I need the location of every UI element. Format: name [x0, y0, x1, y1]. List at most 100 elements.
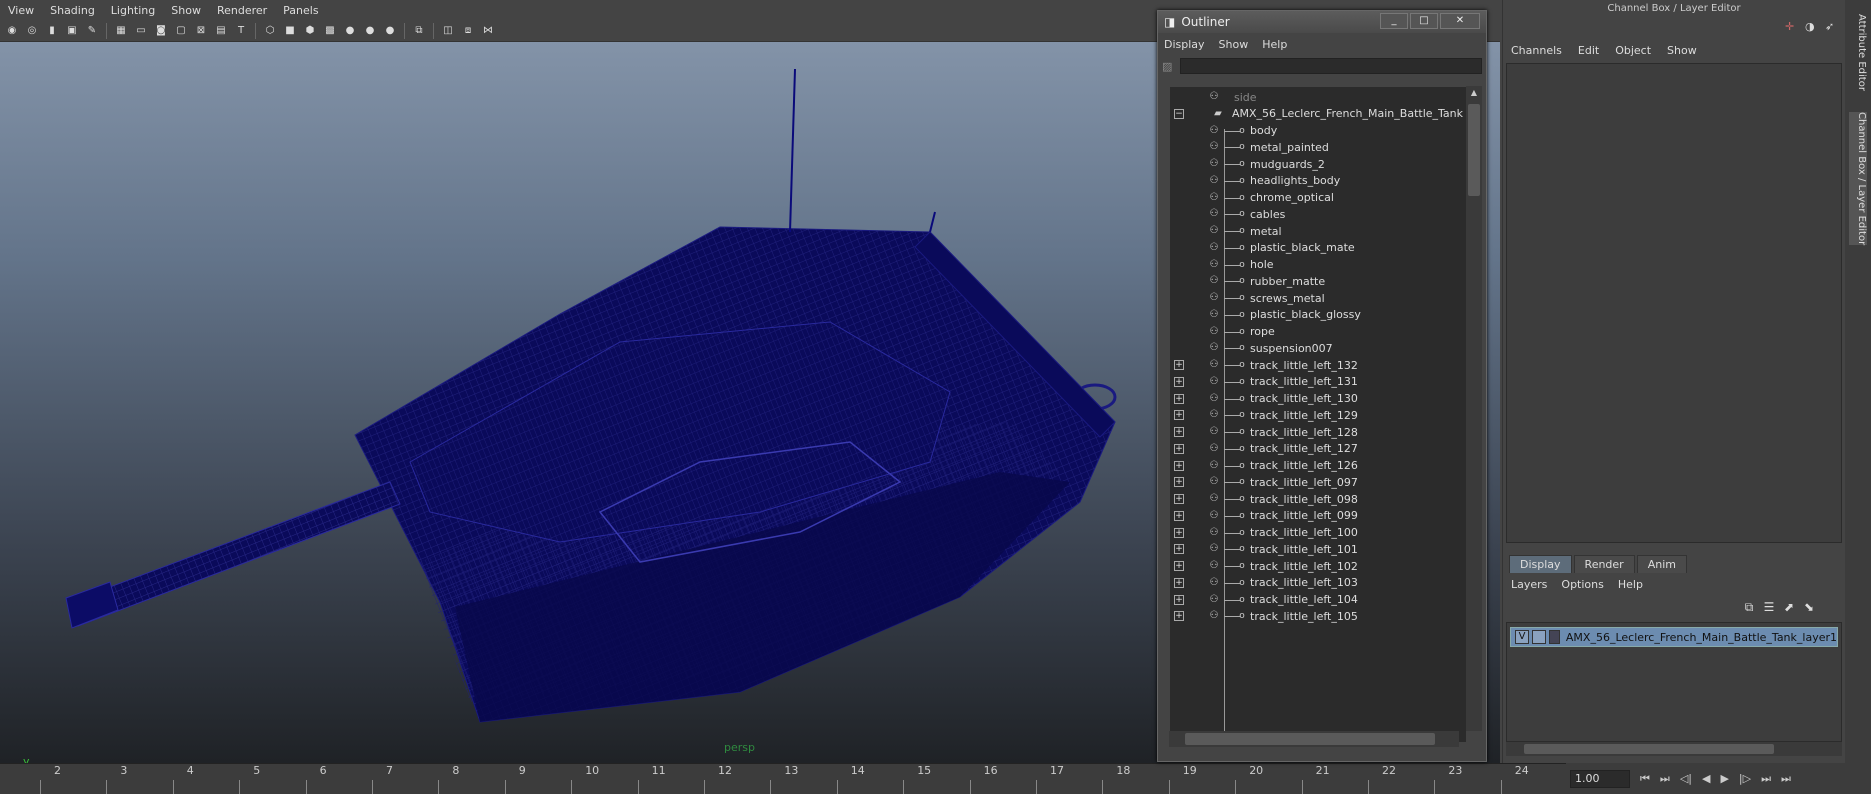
expand-toggle[interactable]: + — [1174, 460, 1184, 471]
tree-node-icon: o — [1239, 611, 1245, 622]
expand-toggle[interactable]: + — [1174, 544, 1184, 555]
gate-mask-icon[interactable]: ▢ — [173, 23, 189, 39]
image-plane-icon[interactable]: ▣ — [64, 23, 80, 39]
layer-menu-options[interactable]: Options — [1561, 578, 1603, 591]
transform-icon[interactable]: ✛ — [1785, 20, 1794, 33]
tab-attribute-editor[interactable]: Attribute Editor — [1849, 14, 1867, 91]
channels-menu-edit[interactable]: Edit — [1578, 44, 1599, 57]
time-slider[interactable]: 2 3 4 5 6 7 8 9 10 11 12 13 14 15 16 17 18 19 20 21 22 23 24 — [0, 763, 1566, 794]
new-layer-selected-icon[interactable]: ⧉ — [1739, 600, 1759, 618]
expand-toggle[interactable]: + — [1174, 494, 1184, 504]
play-back-icon[interactable]: ◀ — [1702, 772, 1710, 785]
field-chart-icon[interactable]: ⊠ — [193, 23, 209, 39]
layer-visibility-toggle[interactable]: V — [1515, 630, 1529, 644]
expand-toggle[interactable]: + — [1174, 611, 1184, 622]
play-forward-icon[interactable]: ▶ — [1720, 772, 1728, 785]
new-empty-layer-icon[interactable]: ☰ — [1759, 600, 1779, 618]
channels-menu-show[interactable]: Show — [1667, 44, 1697, 57]
expand-toggle[interactable]: + — [1174, 360, 1184, 370]
current-time-field[interactable]: 1.00 — [1570, 769, 1630, 788]
axis-gizmo: y x — [23, 755, 30, 763]
channels-menu-channels[interactable]: Channels — [1511, 44, 1562, 57]
textured-icon[interactable]: ▩ — [322, 23, 338, 39]
expand-toggle[interactable]: + — [1174, 443, 1184, 454]
transform-icon: ⚇ — [1209, 191, 1219, 203]
bookmark-icon[interactable]: ▮ — [44, 23, 60, 39]
filter-icon[interactable]: ▨ — [1162, 60, 1172, 73]
outliner-horizontal-scrollbar[interactable] — [1169, 731, 1459, 747]
layer-color-swatch[interactable] — [1548, 630, 1560, 644]
outliner-menu-show[interactable]: Show — [1219, 38, 1249, 51]
step-back-frame-icon[interactable]: ◁| — [1680, 772, 1692, 785]
expand-toggle[interactable]: − — [1174, 108, 1184, 119]
tool-settings-icon[interactable]: ➶ — [1825, 20, 1834, 33]
move-layer-up-icon[interactable]: ⬈ — [1779, 600, 1799, 618]
menu-panels[interactable]: Panels — [275, 4, 326, 17]
xray-icon[interactable]: ◫ — [440, 23, 456, 39]
expand-toggle[interactable]: + — [1174, 527, 1184, 538]
maximize-icon[interactable]: □ — [1410, 13, 1438, 29]
transform-icon: ⚇ — [1209, 442, 1219, 454]
safe-action-icon[interactable]: ▤ — [213, 23, 229, 39]
tab-anim[interactable]: Anim — [1636, 555, 1687, 573]
smooth-shade-icon[interactable]: ■ — [282, 23, 298, 39]
grease-pencil-icon[interactable]: ✎ — [84, 23, 100, 39]
expand-toggle[interactable]: + — [1174, 477, 1184, 488]
tab-channel-box[interactable]: Channel Box / Layer Editor — [1849, 112, 1867, 246]
tab-display[interactable]: Display — [1509, 555, 1572, 573]
xray-joints-icon[interactable]: ⧈ — [460, 23, 476, 39]
move-layer-down-icon[interactable]: ⬊ — [1799, 600, 1819, 618]
channels-menu-object[interactable]: Object — [1615, 44, 1651, 57]
wireframe-icon[interactable]: ⬡ — [262, 23, 278, 39]
shadows-icon[interactable]: ● — [362, 23, 378, 39]
expand-toggle[interactable]: + — [1174, 561, 1184, 571]
minimize-icon[interactable]: _ — [1380, 13, 1408, 29]
outliner-titlebar[interactable]: ◨ Outliner _ □ ✕ — [1158, 11, 1486, 33]
expand-toggle[interactable]: + — [1174, 577, 1184, 588]
outliner-search-input[interactable] — [1180, 58, 1482, 74]
step-back-key-icon[interactable]: ⏭ — [1660, 772, 1670, 786]
outliner-vertical-scrollbar[interactable]: ▲ — [1466, 86, 1482, 731]
film-gate-icon[interactable]: ▭ — [133, 23, 149, 39]
layer-playback-toggle[interactable] — [1531, 630, 1546, 644]
wireframe-on-shaded-icon[interactable]: ⬢ — [302, 23, 318, 39]
share-icon[interactable]: ⋈ — [480, 23, 496, 39]
ambient-occlusion-icon[interactable]: ● — [382, 23, 398, 39]
grid-icon[interactable]: ▦ — [113, 23, 129, 39]
isolate-select-icon[interactable]: ⧉ — [411, 23, 427, 39]
use-all-lights-icon[interactable]: ● — [342, 23, 358, 39]
menu-renderer[interactable]: Renderer — [209, 4, 275, 17]
outliner-item-label: track_little_left_102 — [1250, 559, 1358, 573]
camera-attr-icon[interactable]: ◎ — [24, 23, 40, 39]
expand-toggle[interactable]: + — [1174, 427, 1184, 437]
frame-tick — [770, 780, 772, 794]
display-layer-row[interactable]: V AMX_56_Leclerc_French_Main_Battle_Tank… — [1510, 627, 1838, 647]
menu-view[interactable]: View — [0, 4, 42, 17]
layer-menu-help[interactable]: Help — [1618, 578, 1643, 591]
expand-toggle[interactable]: + — [1174, 594, 1184, 605]
menu-show[interactable]: Show — [163, 4, 209, 17]
go-to-end-icon[interactable]: ⏭ — [1781, 772, 1791, 786]
frame-tick-label: 16 — [983, 764, 998, 777]
expand-toggle[interactable]: + — [1174, 510, 1184, 521]
menu-lighting[interactable]: Lighting — [103, 4, 163, 17]
expand-toggle[interactable]: + — [1174, 393, 1184, 404]
expand-toggle[interactable]: + — [1174, 376, 1184, 387]
safe-title-icon[interactable]: T — [233, 23, 249, 39]
outliner-menu-display[interactable]: Display — [1164, 38, 1205, 51]
camera-icon[interactable]: ◉ — [4, 23, 20, 39]
resolution-gate-icon[interactable]: ◙ — [153, 23, 169, 39]
outliner-row[interactable]: + ⚇ o track_little_left_105 — [1170, 606, 1466, 626]
go-to-start-icon[interactable]: ⏮ — [1640, 772, 1650, 786]
step-forward-frame-icon[interactable]: |▷ — [1739, 772, 1751, 785]
close-icon[interactable]: ✕ — [1440, 13, 1480, 29]
frame-tick-label: 18 — [1116, 764, 1131, 777]
layer-menu-layers[interactable]: Layers — [1511, 578, 1547, 591]
display-toggle-icon[interactable]: ◑ — [1805, 20, 1815, 33]
layer-editor-scrollbar[interactable] — [1506, 742, 1842, 756]
expand-toggle[interactable]: + — [1174, 410, 1184, 421]
outliner-menu-help[interactable]: Help — [1262, 38, 1287, 51]
step-forward-key-icon[interactable]: ⏭ — [1761, 772, 1771, 786]
tab-render[interactable]: Render — [1573, 555, 1635, 573]
menu-shading[interactable]: Shading — [42, 4, 103, 17]
